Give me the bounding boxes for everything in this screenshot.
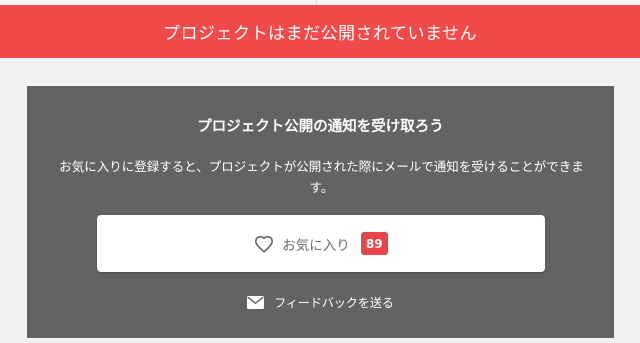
card-title: プロジェクト公開の通知を受け取ろう [197,119,444,135]
favorite-button-content: お気に入り 89 [254,232,388,255]
feedback-label: フィードバックを送る [274,295,394,310]
unpublished-banner: プロジェクトはまだ公開されていません [0,5,640,58]
notification-card: プロジェクト公開の通知を受け取ろう お気に入りに登録すると、プロジェクトが公開さ… [27,86,614,338]
heart-outline-icon [255,235,274,253]
envelope-icon [247,295,265,309]
banner-text: プロジェクトはまだ公開されていません [163,24,477,44]
feedback-link[interactable]: フィードバックを送る [27,292,614,312]
card-description: お気に入りに登録すると、プロジェクトが公開された際にメールで通知を受けることがで… [59,159,584,195]
favorite-count-badge: 89 [360,232,388,255]
favorite-button[interactable]: お気に入り 89 [97,215,545,272]
favorite-label: お気に入り [282,237,350,254]
